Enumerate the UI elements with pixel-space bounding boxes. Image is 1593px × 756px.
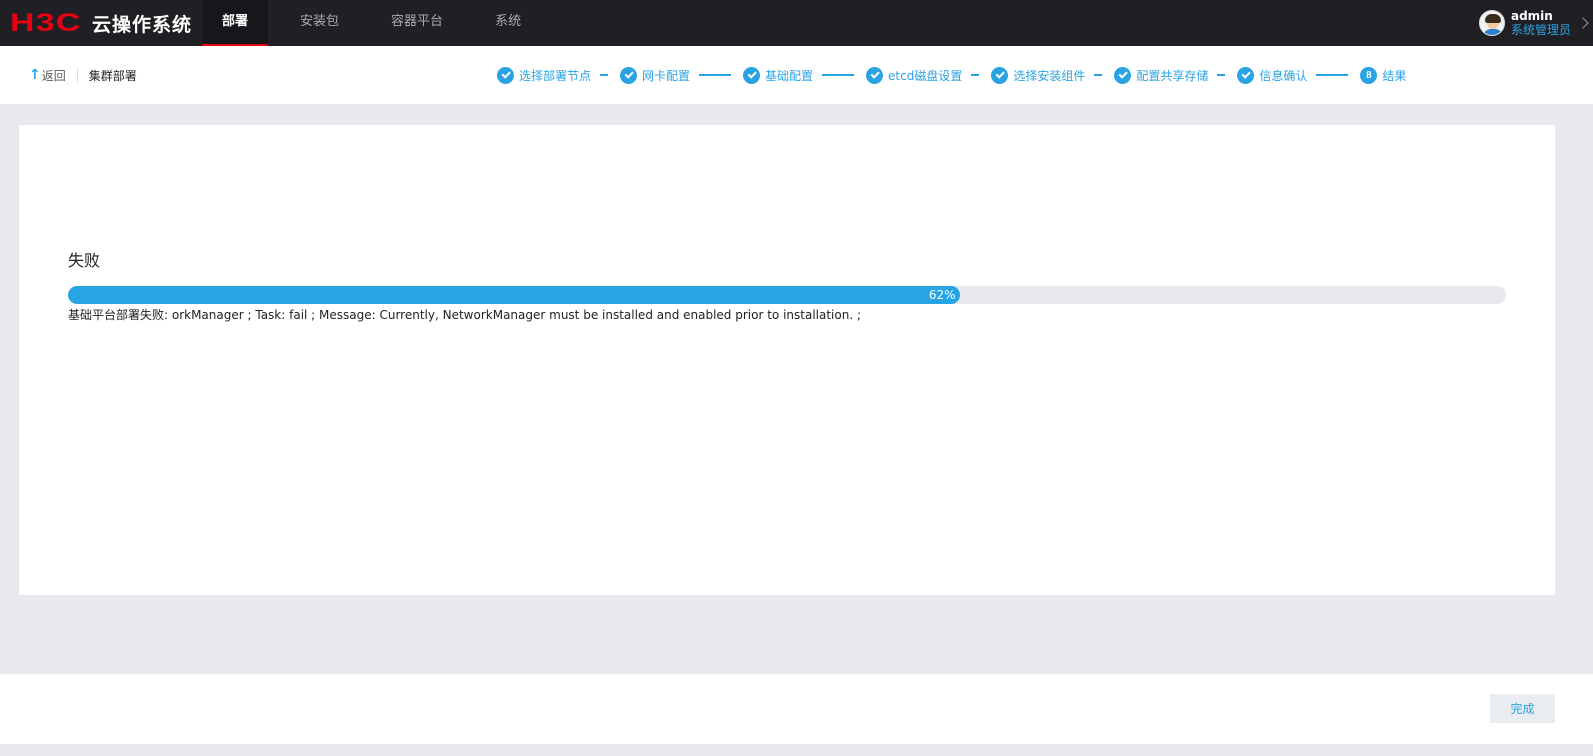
check-icon: [743, 66, 761, 84]
nav-item-container-platform[interactable]: 容器平台: [371, 0, 463, 46]
nav-item-deploy[interactable]: 部署: [202, 0, 269, 46]
step-label: 配置共享存储: [1136, 68, 1209, 83]
step-connector: [822, 74, 855, 76]
finish-button[interactable]: 完成: [1490, 694, 1555, 723]
step-label: 结果: [1382, 68, 1407, 83]
check-icon: [497, 66, 514, 84]
user-info: admin 系统管理员: [1511, 9, 1571, 37]
step-connector: [1316, 74, 1349, 76]
user-avatar-icon: [1478, 10, 1505, 36]
step-etcd-disk: etcd磁盘设置: [866, 66, 963, 84]
nav-item-packages[interactable]: 安装包: [280, 0, 359, 46]
error-message: 基础平台部署失败: orkManager ; Task: fail ; Mess…: [68, 308, 862, 322]
check-icon: [1114, 66, 1132, 84]
brand: H3C 云操作系统: [0, 0, 192, 46]
check-icon: [991, 66, 1009, 84]
step-select-components: 选择安装组件: [991, 66, 1086, 84]
step-result: 8 结果: [1360, 66, 1407, 84]
step-label: 信息确认: [1259, 68, 1308, 83]
top-navigation-bar: H3C 云操作系统 部署 安装包 容器平台 系统 admin 系统管理员: [0, 0, 1593, 46]
result-status: 失败: [68, 251, 101, 270]
step-connector: [1217, 74, 1226, 76]
wizard-steps: 选择部署节点 网卡配置 基础配置 etcd磁盘设置 选择安装组件 配置共享存储: [497, 46, 1406, 104]
user-menu[interactable]: admin 系统管理员: [1478, 0, 1593, 46]
step-label: 选择部署节点: [519, 68, 592, 83]
sub-header: ↑ 返回 集群部署 选择部署节点 网卡配置 基础配置 etcd磁盘设置 选择安装…: [0, 46, 1593, 104]
step-connector: [699, 74, 732, 76]
result-card: 失败 62% 基础平台部署失败: orkManager ; Task: fail…: [19, 125, 1555, 595]
step-shared-storage: 配置共享存储: [1114, 66, 1209, 84]
arrow-up-icon: ↑: [29, 67, 41, 83]
main-nav: 部署 安装包 容器平台 系统: [202, 0, 553, 46]
step-confirm-info: 信息确认: [1237, 66, 1308, 84]
step-select-nodes: 选择部署节点: [497, 66, 592, 84]
user-name: admin: [1510, 9, 1553, 23]
step-label: 基础配置: [765, 68, 814, 83]
step-number-badge: 8: [1360, 66, 1378, 84]
step-connector: [600, 74, 609, 76]
check-icon: [1237, 66, 1255, 84]
step-number: 8: [1366, 69, 1372, 81]
progress-fill: 62%: [68, 286, 960, 304]
h3c-logo: H3C: [10, 9, 82, 37]
step-label: 选择安装组件: [1013, 68, 1086, 83]
step-nic-config: 网卡配置: [620, 66, 691, 84]
nav-item-system[interactable]: 系统: [475, 0, 541, 46]
progress-bar: 62%: [68, 286, 1506, 304]
footer-bar: 完成: [0, 674, 1593, 744]
check-icon: [866, 66, 884, 84]
check-icon: [620, 66, 638, 84]
step-label: etcd磁盘设置: [888, 68, 963, 83]
step-basic-config: 基础配置: [743, 66, 814, 84]
page-title: 集群部署: [88, 68, 137, 83]
chevron-right-icon: [1577, 17, 1589, 29]
step-connector: [971, 74, 980, 76]
step-label: 网卡配置: [642, 68, 691, 83]
back-label: 返回: [41, 68, 66, 83]
progress-percent: 62%: [928, 288, 956, 302]
user-role: 系统管理员: [1510, 23, 1571, 37]
back-button[interactable]: ↑ 返回: [29, 67, 66, 84]
step-connector: [1094, 74, 1103, 76]
divider: [76, 68, 78, 82]
